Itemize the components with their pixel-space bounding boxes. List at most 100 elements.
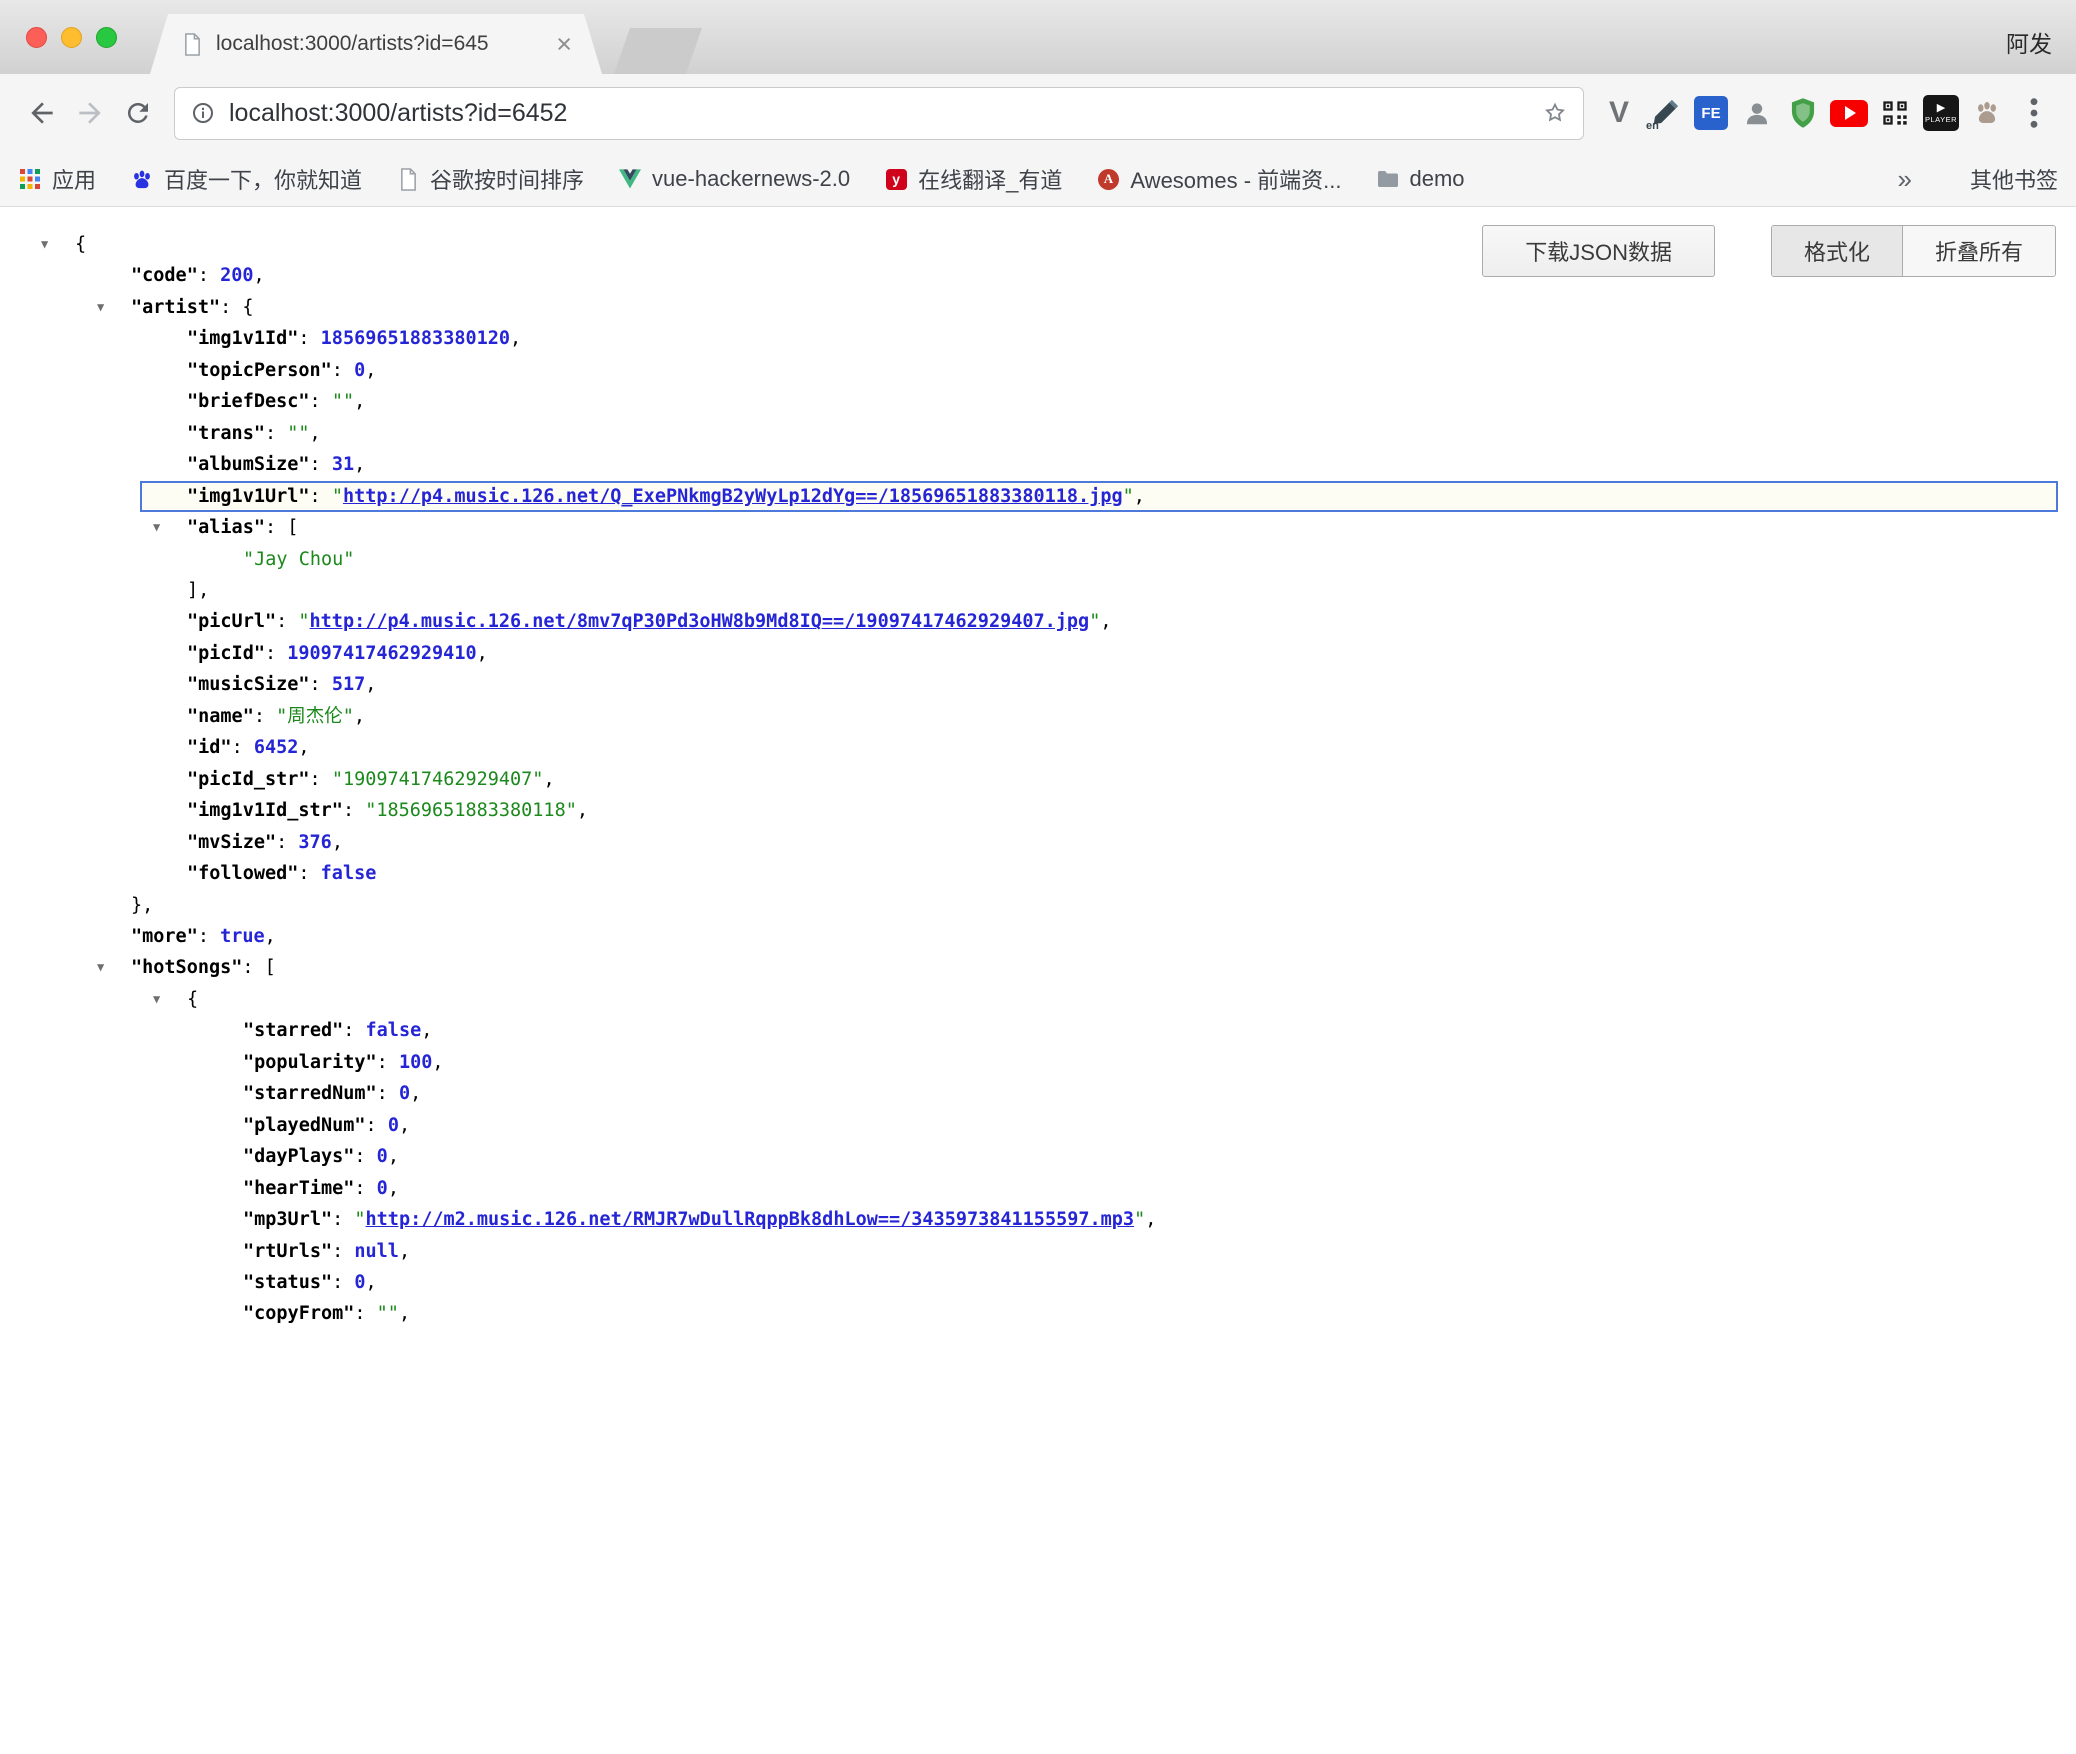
page-content: 下载JSON数据 格式化 折叠所有 ▼{"code": 200,▼"artist… bbox=[0, 207, 2076, 1754]
other-bookmarks-label: 其他书签 bbox=[1970, 163, 2058, 195]
collapse-toggle-icon[interactable]: ▼ bbox=[153, 512, 160, 543]
baidu-paw-icon bbox=[130, 167, 154, 191]
bookmark-item[interactable]: 谷歌按时间排序 bbox=[396, 163, 584, 195]
bookmark-label: 百度一下，你就知道 bbox=[164, 163, 362, 195]
collapse-toggle-icon[interactable]: ▼ bbox=[97, 292, 104, 323]
site-info-icon[interactable] bbox=[191, 101, 215, 125]
json-line: "name": "周杰伦", bbox=[0, 701, 2076, 732]
toolbar: localhost:3000/artists?id=6452 VenFE ▶PLA… bbox=[0, 74, 2076, 152]
json-line: "trans": "", bbox=[0, 418, 2076, 449]
json-line: "starred": false, bbox=[0, 1015, 2076, 1046]
document-icon bbox=[396, 167, 420, 191]
json-line: "img1v1Url": "http://p4.music.126.net/Q_… bbox=[140, 481, 2058, 512]
folder-icon bbox=[1376, 167, 1400, 191]
bookmark-label: Awesomes - 前端资... bbox=[1130, 163, 1341, 195]
bookmark-item[interactable]: vue-hackernews-2.0 bbox=[618, 166, 850, 192]
traffic-lights bbox=[26, 27, 117, 48]
browser-menu-icon[interactable] bbox=[2010, 89, 2058, 137]
bookmark-item[interactable]: y 在线翻译_有道 bbox=[884, 163, 1062, 195]
json-line: "topicPerson": 0, bbox=[0, 355, 2076, 386]
json-line: ], bbox=[0, 575, 2076, 606]
json-line: "picUrl": "http://p4.music.126.net/8mv7q… bbox=[0, 606, 2076, 637]
zoom-window-button[interactable] bbox=[96, 27, 117, 48]
minimize-window-button[interactable] bbox=[61, 27, 82, 48]
json-line: "playedNum": 0, bbox=[0, 1110, 2076, 1141]
bookmark-label: vue-hackernews-2.0 bbox=[652, 166, 850, 192]
bookmarks-list: 应用 百度一下，你就知道 谷歌按时间排序 vue-hackernews-2.0 y 在线翻… bbox=[18, 163, 1499, 195]
json-line: "hearTime": 0, bbox=[0, 1173, 2076, 1204]
qr-code-icon[interactable] bbox=[1872, 90, 1918, 136]
json-url-link[interactable]: http://m2.music.126.net/RMJR7wDullRqppBk… bbox=[366, 1209, 1135, 1230]
bookmarks-bar: 应用 百度一下，你就知道 谷歌按时间排序 vue-hackernews-2.0 y 在线翻… bbox=[0, 152, 2076, 207]
youtube-icon[interactable] bbox=[1826, 90, 1872, 136]
json-line: "rtUrls": null, bbox=[0, 1236, 2076, 1267]
json-line: "more": true, bbox=[0, 921, 2076, 952]
apps-grid-icon bbox=[18, 167, 42, 191]
json-line: ▼{ bbox=[0, 984, 2076, 1015]
json-line: "status": 0, bbox=[0, 1267, 2076, 1298]
json-line: ▼"alias": [ bbox=[0, 512, 2076, 543]
json-line: ▼"artist": { bbox=[0, 292, 2076, 323]
json-line: ▼"hotSongs": [ bbox=[0, 952, 2076, 983]
awesomes-icon: A bbox=[1096, 167, 1120, 191]
collapse-toggle-icon[interactable]: ▼ bbox=[153, 984, 160, 1015]
json-line: "img1v1Id": 18569651883380120, bbox=[0, 323, 2076, 354]
close-window-button[interactable] bbox=[26, 27, 47, 48]
folder-icon bbox=[1936, 167, 1960, 191]
json-line: "popularity": 100, bbox=[0, 1047, 2076, 1078]
translate-pen-icon[interactable]: en bbox=[1642, 90, 1688, 136]
collapse-toggle-icon[interactable]: ▼ bbox=[41, 229, 48, 260]
json-viewer: ▼{ "code": 200,▼"artist": {"img1v1Id": 18… bbox=[0, 207, 2076, 1330]
json-line: "dayPlays": 0, bbox=[0, 1141, 2076, 1172]
other-bookmarks-folder[interactable]: 其他书签 bbox=[1936, 163, 2058, 195]
music-player-icon[interactable]: ▶PLAYER bbox=[1918, 90, 1964, 136]
json-url-link[interactable]: http://p4.music.126.net/Q_ExePNkmgB2yWyL… bbox=[343, 486, 1123, 507]
bookmark-item[interactable]: 百度一下，你就知道 bbox=[130, 163, 362, 195]
json-url-link[interactable]: http://p4.music.126.net/8mv7qP30Pd3oHW8b… bbox=[310, 611, 1090, 632]
json-line: "briefDesc": "", bbox=[0, 386, 2076, 417]
youdao-icon: y bbox=[884, 167, 908, 191]
json-line: "id": 6452, bbox=[0, 732, 2076, 763]
reload-button[interactable] bbox=[114, 89, 162, 137]
page-favicon-icon bbox=[180, 32, 204, 56]
extensions-row: VenFE ▶PLAYER bbox=[1596, 90, 2010, 136]
json-line: "Jay Chou" bbox=[0, 544, 2076, 575]
json-line: "picId_str": "19097417462929407", bbox=[0, 764, 2076, 795]
tab-close-icon[interactable]: × bbox=[556, 31, 572, 58]
bookmark-item[interactable]: demo bbox=[1376, 166, 1465, 192]
back-button[interactable] bbox=[18, 89, 66, 137]
fe-badge-icon[interactable]: FE bbox=[1688, 90, 1734, 136]
collapse-toggle-icon[interactable]: ▼ bbox=[97, 952, 104, 983]
json-line: "starredNum": 0, bbox=[0, 1078, 2076, 1109]
json-line: "code": 200, bbox=[0, 260, 2076, 291]
titlebar: localhost:3000/artists?id=645 × 阿发 bbox=[0, 0, 2076, 74]
json-line: "albumSize": 31, bbox=[0, 449, 2076, 480]
url-text: localhost:3000/artists?id=6452 bbox=[229, 99, 1543, 128]
bookmarks-overflow-chevron[interactable]: » bbox=[1898, 164, 1912, 195]
json-line: "img1v1Id_str": "18569651883380118", bbox=[0, 795, 2076, 826]
bookmark-star-icon[interactable] bbox=[1543, 101, 1567, 125]
bookmark-label: 谷歌按时间排序 bbox=[430, 163, 584, 195]
json-line: "mvSize": 376, bbox=[0, 827, 2076, 858]
tab-title: localhost:3000/artists?id=645 bbox=[216, 32, 550, 56]
bookmark-label: demo bbox=[1410, 166, 1465, 192]
user-silhouette-icon[interactable] bbox=[1734, 90, 1780, 136]
green-shield-icon[interactable] bbox=[1780, 90, 1826, 136]
vue-logo-icon bbox=[618, 167, 642, 191]
browser-tab[interactable]: localhost:3000/artists?id=645 × bbox=[150, 14, 602, 74]
bookmarks-bar-right: » 其他书签 bbox=[1898, 163, 2058, 195]
json-line: }, bbox=[0, 890, 2076, 921]
paw-print-icon[interactable] bbox=[1964, 90, 2010, 136]
new-tab-button[interactable] bbox=[614, 28, 702, 74]
forward-button[interactable] bbox=[66, 89, 114, 137]
json-line: "musicSize": 517, bbox=[0, 669, 2076, 700]
profile-name: 阿发 bbox=[2006, 25, 2052, 59]
json-line: "followed": false bbox=[0, 858, 2076, 889]
bookmark-label: 在线翻译_有道 bbox=[918, 163, 1062, 195]
v-extension-icon[interactable]: V bbox=[1596, 90, 1642, 136]
json-line: "copyFrom": "", bbox=[0, 1298, 2076, 1329]
bookmark-item[interactable]: 应用 bbox=[18, 163, 96, 195]
bookmark-item[interactable]: A Awesomes - 前端资... bbox=[1096, 163, 1341, 195]
address-bar[interactable]: localhost:3000/artists?id=6452 bbox=[174, 87, 1584, 140]
bookmark-label: 应用 bbox=[52, 163, 96, 195]
